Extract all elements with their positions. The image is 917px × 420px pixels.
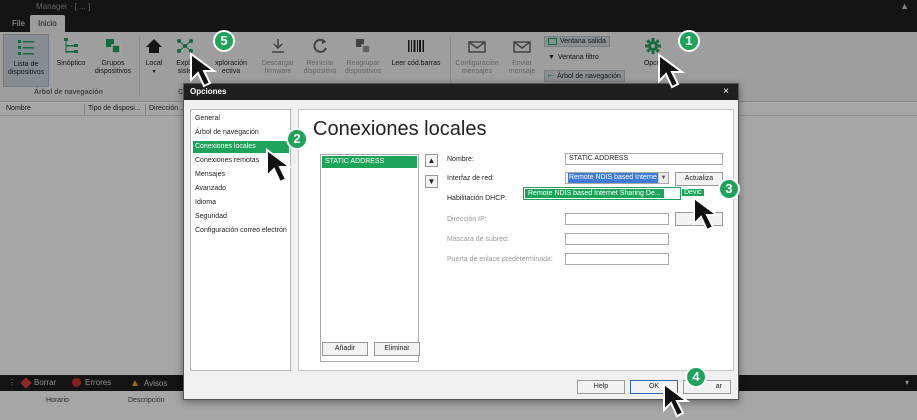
mask-input[interactable] — [565, 233, 669, 245]
app-window: Manager · [ ... ] ▲ File Inicio Lista de… — [0, 0, 917, 420]
options-content-panel: Conexiones locales STATIC ADDRESS ▲ ▼ Añ… — [298, 109, 734, 371]
name-label: Nombre: — [447, 156, 474, 163]
iface-dropdown-list: Remote NDIS based Internet Sharing De... — [523, 187, 681, 200]
nav-item-language[interactable]: Idioma — [193, 197, 289, 209]
page-title: Conexiones locales — [313, 118, 487, 140]
step-badge-1: 1 — [678, 30, 700, 52]
cursor-arrow-icon — [658, 53, 686, 89]
chevron-down-icon: ▼ — [427, 177, 436, 186]
cursor-arrow-icon — [266, 148, 294, 184]
nav-item-nav-tree[interactable]: Árbol de navegación — [193, 127, 289, 139]
cursor-arrow-icon — [663, 382, 691, 418]
options-dialog: Opciones × General Árbol de navegación C… — [183, 83, 739, 400]
list-item[interactable]: STATIC ADDRESS — [322, 156, 417, 168]
step-badge-5: 5 — [213, 30, 235, 52]
close-icon[interactable]: × — [723, 86, 729, 97]
devices-button-fragment[interactable]: Devic — [682, 189, 704, 196]
cursor-arrow-icon — [190, 52, 218, 88]
dialog-title-bar: Opciones × — [184, 84, 738, 100]
iface-select[interactable]: Remote NDIS based Interne ▼ — [565, 172, 669, 184]
update-button[interactable]: Actualiza — [675, 172, 723, 186]
dropdown-option[interactable]: Remote NDIS based Internet Sharing De... — [525, 189, 664, 198]
remove-address-button[interactable]: Eliminar — [374, 342, 420, 356]
cursor-arrow-icon — [693, 196, 721, 232]
nav-item-general[interactable]: General — [193, 113, 289, 125]
iface-label: Interfaz de red: — [447, 175, 495, 182]
move-up-button[interactable]: ▲ — [425, 154, 438, 167]
step-badge-2: 2 — [286, 128, 308, 150]
gateway-input[interactable] — [565, 253, 669, 265]
chevron-down-icon[interactable]: ▼ — [658, 173, 668, 183]
add-address-button[interactable]: Añadir — [322, 342, 368, 356]
help-button[interactable]: Help — [577, 380, 625, 394]
name-input[interactable]: STATIC ADDRESS — [565, 153, 723, 165]
nav-item-security[interactable]: Seguridad — [193, 211, 289, 223]
ip-input[interactable] — [565, 213, 669, 225]
move-down-button[interactable]: ▼ — [425, 175, 438, 188]
mask-label: Máscara de subred: — [447, 236, 509, 243]
address-list[interactable]: STATIC ADDRESS — [320, 154, 419, 362]
gateway-label: Puerta de enlace predeterminada: — [447, 256, 553, 263]
ip-label: Dirección IP: — [447, 216, 487, 223]
nav-item-email-config[interactable]: Configuración correo electrón — [193, 225, 289, 237]
iface-selected-value: Remote NDIS based Interne — [568, 173, 658, 183]
dhcp-label: Habilitación DHCP: — [447, 195, 507, 202]
chevron-up-icon: ▲ — [427, 156, 436, 165]
